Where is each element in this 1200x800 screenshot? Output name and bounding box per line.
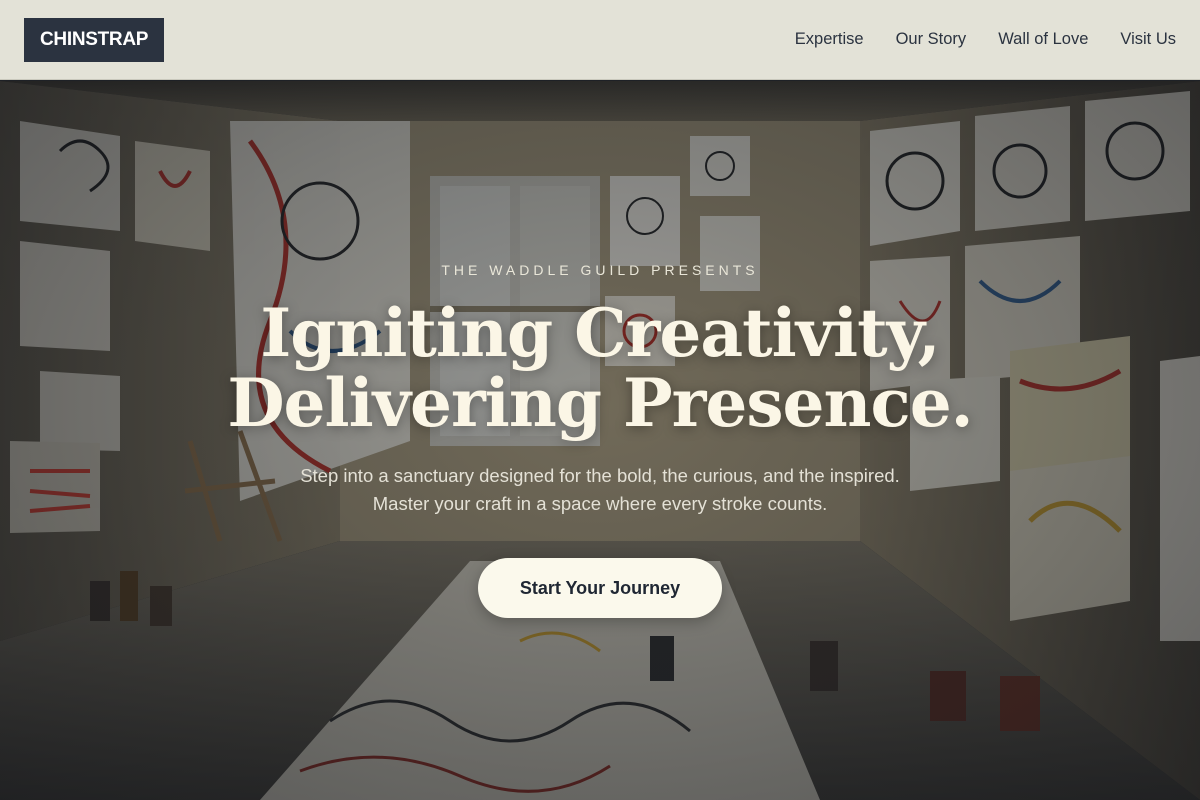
nav-link-visit-us[interactable]: Visit Us bbox=[1120, 30, 1176, 49]
hero-content: THE WADDLE GUILD PRESENTS Igniting Creat… bbox=[0, 81, 1200, 800]
hero-subtext: Step into a sanctuary designed for the b… bbox=[300, 465, 900, 514]
nav-link-our-story[interactable]: Our Story bbox=[896, 30, 967, 49]
hero-headline-line-2: Delivering Presence. bbox=[227, 364, 973, 442]
logo[interactable]: CHINSTRAP bbox=[24, 17, 165, 62]
main-nav: Expertise Our Story Wall of Love Visit U… bbox=[795, 30, 1176, 49]
site-header: CHINSTRAP Expertise Our Story Wall of Lo… bbox=[0, 0, 1200, 80]
nav-link-expertise[interactable]: Expertise bbox=[795, 30, 864, 49]
hero-section: THE WADDLE GUILD PRESENTS Igniting Creat… bbox=[0, 81, 1200, 800]
hero-eyebrow: THE WADDLE GUILD PRESENTS bbox=[441, 262, 759, 278]
hero-headline: Igniting Creativity, Delivering Presence… bbox=[227, 294, 973, 442]
nav-link-wall-of-love[interactable]: Wall of Love bbox=[998, 30, 1088, 49]
hero-headline-line-1: Igniting Creativity, bbox=[260, 294, 940, 372]
start-journey-button[interactable]: Start Your Journey bbox=[478, 558, 722, 618]
